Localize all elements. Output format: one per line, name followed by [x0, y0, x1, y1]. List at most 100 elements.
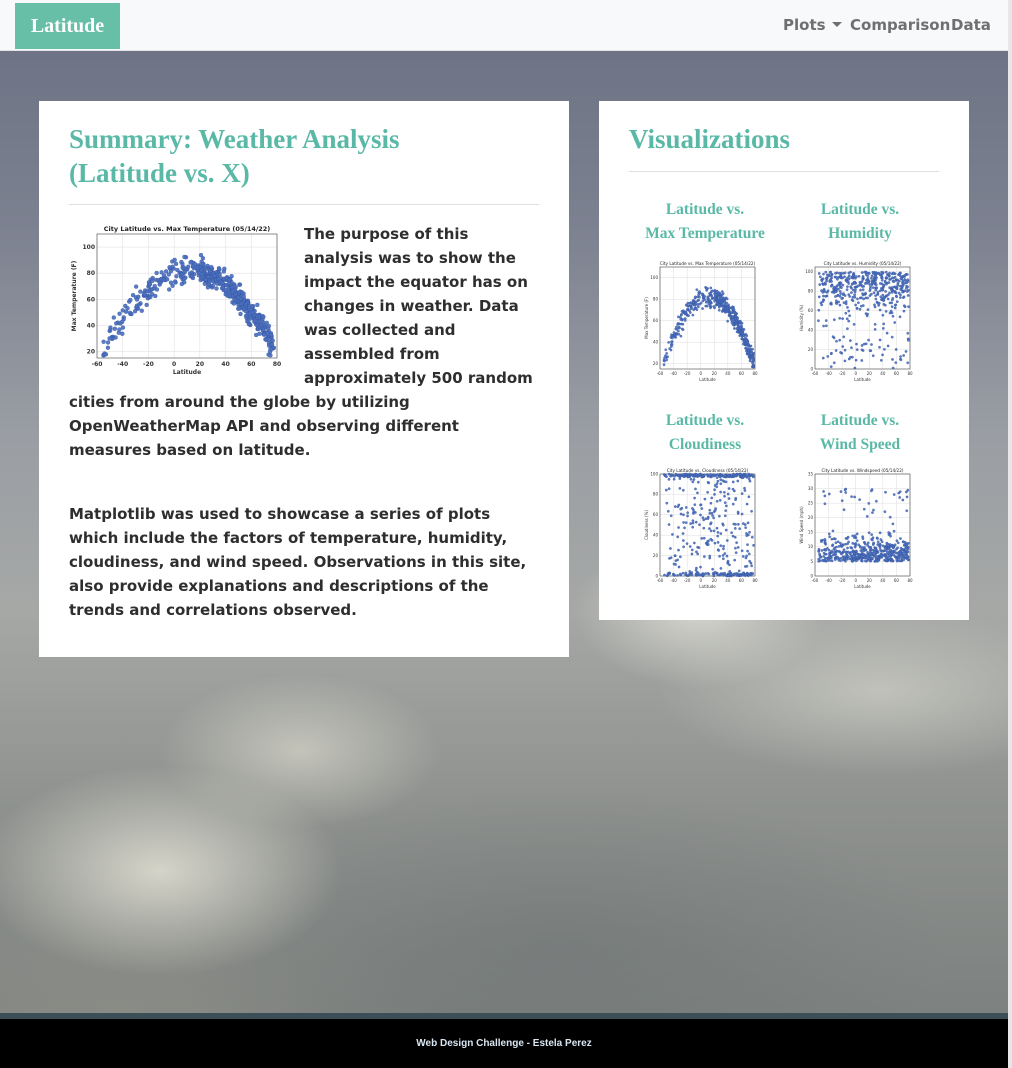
scatter-point: [857, 543, 861, 547]
scatter-point: [712, 305, 716, 308]
scatter-point: [834, 549, 838, 552]
scatter-point: [851, 534, 855, 538]
scatter-point: [701, 516, 705, 519]
cloudiness-thumbnail[interactable]: City Latitude vs. Cloudiness (05/14/22) -…: [644, 466, 759, 591]
scatter-point: [835, 299, 838, 303]
vis-cloudiness[interactable]: Latitude vs. Cloudiness: [630, 409, 780, 457]
scatter-point: [901, 281, 904, 284]
scatter-point: [708, 292, 711, 295]
scatter-point: [718, 498, 722, 502]
scatter-point: [881, 272, 884, 275]
scatter-point: [746, 549, 749, 553]
scatter-point: [826, 355, 830, 358]
plot-title: City Latitude vs. Humidity (05/14/22): [824, 261, 902, 266]
scatter-point: [249, 304, 254, 309]
scatter-point: [857, 301, 860, 305]
vis-humidity[interactable]: Latitude vs. Humidity: [785, 198, 935, 246]
scatter-point: [150, 292, 155, 297]
scatter-point: [842, 508, 846, 512]
humidity-thumbnail[interactable]: City Latitude vs. Humidity (05/14/22) -60…: [799, 259, 914, 384]
scatter-point: [691, 525, 695, 529]
vis-wind-speed[interactable]: Latitude vs. Wind Speed: [785, 409, 935, 457]
scatter-point: [847, 293, 851, 296]
x-tick-label: -60: [812, 371, 819, 376]
max-temperature-plot[interactable]: City Latitude vs. Max Temperature (05/14…: [69, 222, 283, 382]
scatter-point: [904, 551, 908, 555]
scatter-point: [713, 493, 716, 496]
scatter-point: [866, 550, 869, 554]
scatter-point: [900, 556, 904, 560]
scatter-point: [188, 260, 193, 265]
scatter-point: [723, 491, 726, 494]
scatter-point: [676, 535, 680, 539]
scatter-point: [846, 535, 850, 539]
scatter-point: [834, 275, 838, 279]
scatter-point: [719, 544, 723, 548]
scatter-point: [714, 294, 717, 298]
y-tick-label: 20: [808, 347, 814, 352]
brand-link[interactable]: Latitude: [15, 3, 120, 49]
scatter-point: [747, 349, 750, 353]
scatter-point: [862, 342, 866, 346]
nav-plots-dropdown[interactable]: Plots: [783, 16, 842, 34]
scatter-point: [821, 356, 825, 360]
scatter-point: [851, 295, 855, 299]
scatter-point: [858, 283, 862, 287]
scatter-point: [817, 319, 820, 323]
scatter-point: [712, 516, 716, 520]
plot-title: City Latitude vs. Max Temperature (05/14…: [104, 225, 271, 233]
scatter-point: [885, 294, 888, 298]
scatter-point: [747, 472, 751, 476]
scatter-point: [725, 539, 729, 542]
scrollbar[interactable]: [1008, 0, 1012, 1068]
scatter-point: [752, 544, 755, 547]
y-tick-label: 80: [87, 270, 95, 277]
scatter-point: [853, 366, 857, 370]
scatter-point: [823, 538, 827, 541]
scatter-point: [708, 300, 712, 303]
scatter-point: [212, 273, 217, 278]
scatter-point: [691, 507, 694, 510]
scatter-point: [743, 486, 746, 490]
scatter-point: [675, 333, 678, 336]
scatter-point: [721, 554, 725, 557]
scatter-point: [712, 571, 715, 575]
scatter-point: [894, 361, 898, 364]
scatter-point: [906, 331, 910, 335]
scatter-point: [740, 337, 744, 340]
scatter-point: [868, 294, 872, 298]
scatter-point: [872, 550, 876, 553]
scatter-point: [822, 490, 825, 493]
scatter-point: [670, 343, 674, 346]
scatter-point: [902, 295, 906, 299]
scatter-point: [817, 308, 821, 312]
scatter-point: [876, 537, 879, 540]
scatter-point: [871, 511, 874, 514]
vis-max-temperature[interactable]: Latitude vs. Max Temperature: [630, 198, 780, 246]
wind-speed-thumbnail[interactable]: City Latitude vs. Windspeed (05/14/22) -6…: [799, 466, 914, 591]
scatter-point: [669, 348, 673, 352]
scatter-point: [878, 546, 882, 549]
scatter-point: [861, 292, 864, 296]
scatter-point: [674, 336, 678, 339]
scatter-point: [751, 572, 754, 576]
nav-comparison-link[interactable]: Comparison: [850, 16, 950, 34]
nav-data-link[interactable]: Data: [951, 16, 991, 34]
scatter-point: [835, 284, 839, 288]
visualizations-title: Visualizations: [629, 124, 791, 154]
scatter-point: [853, 495, 856, 499]
scatter-point: [705, 304, 709, 308]
scatter-point: [905, 495, 909, 499]
y-tick-label: 60: [808, 308, 814, 313]
scatter-point: [699, 503, 702, 507]
scatter-point: [853, 551, 856, 555]
scatter-point: [701, 307, 704, 310]
max-temperature-thumbnail[interactable]: City Latitude vs. Max Temperature (05/14…: [644, 259, 759, 384]
scatter-point: [874, 297, 878, 301]
scatter-point: [876, 559, 880, 563]
scatter-point: [849, 355, 852, 359]
scatter-point: [844, 542, 847, 546]
scatter-point: [111, 315, 116, 320]
footer-text: Web Design Challenge - Estela Perez: [416, 1038, 592, 1049]
scatter-point: [861, 288, 865, 292]
